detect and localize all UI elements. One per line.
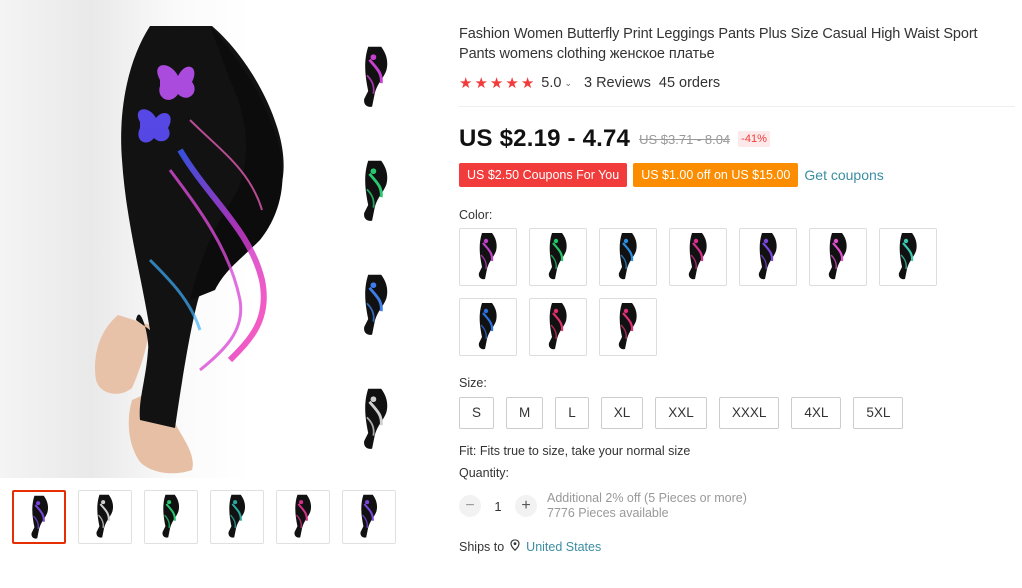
color-swatch-black-blue[interactable] — [599, 228, 657, 286]
color-swatch-black-purple[interactable] — [459, 228, 517, 286]
thumbnail-3[interactable] — [144, 490, 198, 544]
stock-available-note: 7776 Pieces available — [547, 506, 669, 520]
product-info: Fashion Women Butterfly Print Leggings P… — [459, 24, 1015, 554]
size-options: S M L XL XXL XXXL 4XL 5XL — [459, 397, 1015, 429]
star-rating: ★ ★ ★ ★ ★ — [459, 74, 534, 92]
strip-image — [350, 22, 402, 134]
color-label: Color: — [459, 208, 493, 222]
quantity-stepper: − 1 + Additional 2% off (5 Pieces or mor… — [459, 490, 1015, 522]
thumbnail-5[interactable] — [276, 490, 330, 544]
size-option[interactable]: XXL — [655, 397, 707, 429]
color-options — [459, 228, 949, 356]
ship-country-link[interactable]: United States — [526, 540, 601, 554]
location-pin-icon — [510, 539, 520, 554]
color-swatch-black-green[interactable] — [529, 228, 587, 286]
coupon-row: US $2.50 Coupons For You US $1.00 off on… — [459, 163, 1015, 187]
quantity-plus-button[interactable]: + — [515, 495, 537, 517]
star-icon: ★ — [505, 75, 519, 92]
thumbnail-2[interactable] — [78, 490, 132, 544]
thumbnail-4[interactable] — [210, 490, 264, 544]
color-swatch-red-pink[interactable] — [599, 298, 657, 356]
size-option[interactable]: 5XL — [853, 397, 904, 429]
color-swatch-black-pink[interactable] — [669, 228, 727, 286]
quantity-input[interactable]: 1 — [481, 499, 515, 514]
quantity-label: Quantity: — [459, 466, 510, 480]
ships-to-label: Ships to — [459, 539, 505, 554]
size-label: Size: — [459, 376, 487, 390]
strip-image — [350, 250, 402, 362]
color-swatch-black-violet[interactable] — [739, 228, 797, 286]
color-swatch-black-magenta[interactable] — [809, 228, 867, 286]
bulk-discount-note: Additional 2% off (5 Pieces or more) — [547, 491, 747, 505]
main-product-image[interactable] — [0, 0, 458, 478]
thumbnail-list — [12, 490, 396, 544]
strip-image — [350, 136, 402, 248]
size-option[interactable]: L — [555, 397, 589, 429]
size-option[interactable]: XXXL — [718, 397, 780, 429]
shipping-row: Ships to United States — [459, 539, 1015, 554]
coupon-badge-store[interactable]: US $2.50 Coupons For You — [459, 163, 628, 187]
discount-badge: -41% — [738, 131, 770, 147]
color-swatch-black-teal[interactable] — [879, 228, 937, 286]
star-icon: ★ — [489, 75, 504, 92]
thumbnail-1[interactable] — [12, 490, 66, 544]
star-icon: ★ — [474, 75, 488, 92]
leggings-main-illustration — [94, 26, 284, 474]
divider — [459, 106, 1015, 107]
color-swatch-blue[interactable] — [459, 298, 517, 356]
rating-value[interactable]: 5.0 — [541, 75, 561, 91]
original-price: US $3.71 - 8.04 — [639, 131, 731, 147]
variant-image-strip — [350, 22, 402, 478]
quantity-minus-button[interactable]: − — [459, 495, 481, 517]
size-option[interactable]: XL — [600, 397, 644, 429]
size-option[interactable]: S — [459, 397, 495, 429]
reviews-link[interactable]: 3 Reviews — [584, 75, 651, 91]
get-coupons-link[interactable]: Get coupons — [804, 167, 883, 183]
orders-count: 45 orders — [658, 75, 721, 91]
product-title: Fashion Women Butterfly Print Leggings P… — [459, 26, 978, 62]
strip-image — [350, 364, 402, 476]
coupon-badge-threshold[interactable]: US $1.00 off on US $15.00 — [633, 163, 799, 187]
fit-note: Fit: Fits true to size, take your normal… — [459, 444, 691, 458]
chevron-down-icon[interactable]: ⌄ — [564, 78, 572, 89]
current-price: US $2.19 - 4.74 — [459, 125, 631, 152]
star-icon: ★ — [459, 75, 473, 92]
star-icon: ★ — [520, 75, 535, 92]
quantity-notes: Additional 2% off (5 Pieces or more) 777… — [547, 491, 747, 521]
size-option[interactable]: M — [506, 397, 544, 429]
price-row: US $2.19 - 4.74 US $3.71 - 8.04 -41% — [459, 125, 1015, 152]
thumbnail-6[interactable] — [342, 490, 396, 544]
color-swatch-rose[interactable] — [529, 298, 587, 356]
size-option[interactable]: 4XL — [791, 397, 842, 429]
rating-row: ★ ★ ★ ★ ★ 5.0 ⌄ 3 Reviews 45 orders — [459, 74, 1015, 92]
